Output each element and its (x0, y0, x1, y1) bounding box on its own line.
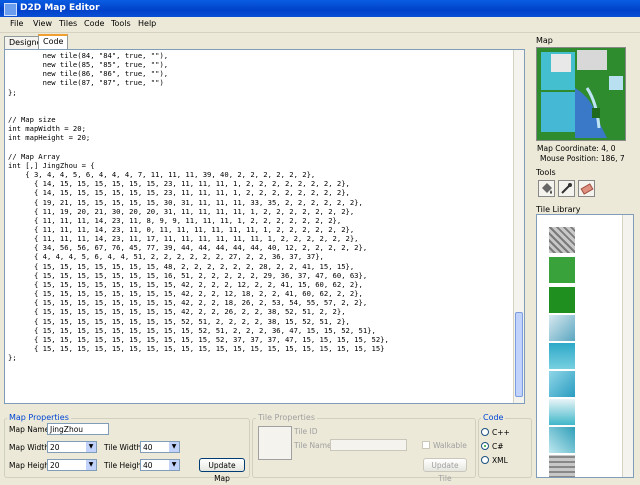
radio-csharp[interactable] (481, 442, 489, 450)
chevron-down-icon[interactable]: ▼ (169, 442, 179, 452)
code-line: new tile(86, "86", true, ""), (8, 69, 169, 79)
map-name-field[interactable]: JingZhou (47, 423, 109, 435)
code-line: new tile(87, "87", true, "") (8, 78, 164, 88)
code-line: { 15, 15, 15, 15, 15, 15, 15, 15, 42, 2,… (8, 298, 368, 308)
walkable-checkbox[interactable] (422, 441, 430, 449)
code-line: { 15, 15, 15, 15, 15, 15, 15, 15, 42, 2,… (8, 279, 363, 289)
code-line: { 34, 56, 56, 67, 76, 45, 77, 39, 44, 44… (8, 243, 368, 253)
tile-id-label: Tile ID (294, 427, 318, 436)
tile-thumbnail[interactable] (549, 227, 575, 253)
menu-file[interactable]: File (10, 19, 23, 28)
menu-tools[interactable]: Tools (111, 19, 131, 28)
paint-bucket-icon[interactable] (538, 180, 555, 197)
code-language-title: Code (481, 413, 506, 422)
chevron-down-icon[interactable]: ▼ (169, 460, 179, 470)
walkable-label: Walkable (433, 441, 467, 450)
radio-xml[interactable] (481, 456, 489, 464)
tools-panel-title: Tools (536, 168, 556, 177)
tile-library-title: Tile Library (536, 205, 581, 214)
code-line: { 11, 11, 11, 14, 23, 11, 0, 11, 11, 11,… (8, 224, 355, 234)
map-name-label: Map Name (9, 425, 50, 434)
minimap-image (537, 48, 625, 140)
tile-thumbnail[interactable] (549, 287, 575, 313)
code-line: { 15, 15, 15, 15, 15, 15, 15, 15, 15, 52… (8, 325, 376, 335)
minimap[interactable] (536, 47, 626, 141)
code-editor[interactable]: new tile(84, "84", true, ""), new tile(8… (4, 49, 525, 404)
code-line: { 15, 15, 15, 15, 15, 15, 15, 16, 51, 2,… (8, 270, 368, 280)
chevron-down-icon[interactable]: ▼ (86, 442, 96, 452)
code-line: new tile(84, "84", true, ""), (8, 51, 169, 60)
code-line: }; (8, 353, 17, 363)
code-text[interactable]: new tile(84, "84", true, ""), new tile(8… (8, 51, 389, 362)
code-line: // Map size (8, 115, 56, 125)
code-scrollbar-thumb[interactable] (515, 312, 523, 397)
code-line: { 15, 15, 15, 15, 15, 15, 15, 48, 2, 2, … (8, 261, 355, 271)
tile-width-field[interactable]: 40 ▼ (140, 441, 180, 453)
code-line: { 11, 11, 11, 14, 23, 11, 8, 9, 9, 11, 1… (8, 215, 342, 225)
code-line: { 4, 4, 4, 5, 6, 4, 4, 51, 2, 2, 2, 2, 2… (8, 252, 324, 262)
tile-width-label: Tile Width (104, 443, 142, 452)
map-width-label: Map Width (9, 443, 50, 452)
tile-preview (258, 426, 292, 460)
menu-view[interactable]: View (33, 19, 52, 28)
code-line: { 19, 21, 15, 15, 15, 15, 15, 30, 31, 11… (8, 197, 363, 207)
code-line: { 11, 19, 20, 21, 30, 20, 20, 31, 11, 11… (8, 206, 355, 216)
tile-thumbnail[interactable] (549, 257, 575, 283)
tile-height-field[interactable]: 40 ▼ (140, 459, 180, 471)
map-width-field[interactable]: 20 ▼ (47, 441, 97, 453)
app-icon (4, 3, 17, 16)
map-height-label: Map Height (9, 461, 53, 470)
update-map-button[interactable]: Update Map (199, 458, 245, 483)
tile-library-list[interactable] (536, 214, 634, 478)
tile-thumbnail[interactable] (549, 371, 575, 397)
code-line: { 15, 15, 15, 15, 15, 15, 15, 15, 42, 2,… (8, 289, 363, 299)
tile-properties-title: Tile Properties (256, 413, 317, 422)
mouse-position: Mouse Position: 186, 7 (540, 154, 625, 163)
chevron-down-icon[interactable]: ▼ (86, 460, 96, 470)
radio-xml-label: XML (492, 456, 508, 465)
menu-help[interactable]: Help (138, 19, 156, 28)
radio-csharp-label: C# (492, 442, 504, 451)
eraser-icon[interactable] (578, 180, 595, 197)
tile-height-label: Tile Height (104, 461, 145, 470)
tile-thumbnail[interactable] (549, 315, 575, 341)
code-line: { 15, 15, 15, 15, 15, 15, 15, 15, 15, 15… (8, 344, 385, 353)
tile-thumbnail[interactable] (549, 427, 575, 453)
radio-cpp[interactable] (481, 428, 489, 436)
radio-cpp-label: C++ (492, 428, 510, 437)
title-bar: D2D Map Editor (0, 0, 640, 17)
code-line: }; (8, 87, 17, 97)
tile-thumbnail[interactable] (549, 399, 575, 425)
code-line: int mapHeight = 20; (8, 133, 91, 143)
code-line: { 15, 15, 15, 15, 15, 15, 15, 15, 15, 15… (8, 334, 389, 344)
map-coordinate: Map Coordinate: 4, 0 (537, 144, 616, 153)
code-line: { 14, 15, 15, 15, 15, 15, 15, 23, 11, 11… (8, 179, 350, 189)
code-scrollbar[interactable] (513, 50, 524, 403)
code-line: // Map Array (8, 151, 60, 161)
tile-name-label: Tile Name (294, 441, 332, 450)
code-line: { 3, 4, 4, 5, 6, 4, 4, 4, 7, 11, 11, 11,… (8, 170, 316, 180)
menu-code[interactable]: Code (84, 19, 104, 28)
eyedropper-icon[interactable] (558, 180, 575, 197)
code-line: { 15, 15, 15, 15, 15, 15, 15, 15, 52, 51… (8, 316, 350, 326)
code-line: new tile(85, "85", true, ""), (8, 60, 169, 70)
tile-thumbnail[interactable] (549, 455, 575, 477)
code-line: { 14, 15, 15, 15, 15, 15, 15, 23, 11, 11… (8, 188, 350, 198)
update-tile-button[interactable]: Update Tile (423, 458, 467, 483)
code-line: int mapWidth = 20; (8, 124, 86, 134)
code-line: { 15, 15, 15, 15, 15, 15, 15, 15, 42, 2,… (8, 307, 346, 317)
menu-bar: File View Tiles Code Tools Help (0, 17, 640, 33)
map-properties-title: Map Properties (7, 413, 71, 422)
window-title: D2D Map Editor (20, 3, 100, 13)
map-height-field[interactable]: 20 ▼ (47, 459, 97, 471)
menu-tiles[interactable]: Tiles (59, 19, 77, 28)
tile-name-field[interactable] (330, 439, 407, 451)
code-line: { 11, 11, 11, 14, 23, 11, 17, 11, 11, 11… (8, 234, 359, 244)
map-panel-title: Map (536, 36, 553, 45)
code-line: int [,] JingZhou = { (8, 160, 95, 170)
tile-library-scrollbar[interactable] (622, 215, 633, 477)
tile-thumbnail[interactable] (549, 343, 575, 369)
